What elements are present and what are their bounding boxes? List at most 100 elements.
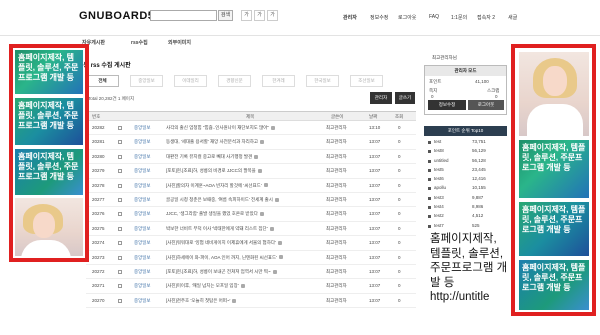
row-writer[interactable]: 최고관리자 bbox=[326, 139, 347, 145]
font-small-button[interactable]: 가 bbox=[241, 10, 252, 21]
row-category[interactable]: 중앙일보 bbox=[134, 226, 151, 232]
row-subject[interactable]: 대판전 기록 뮤지컬 중고로 빼대 사기행정 발견 bbox=[166, 154, 259, 160]
menu-visitors[interactable]: 접속자 2 bbox=[477, 14, 495, 21]
row-subject-text[interactable]: 박보한 너비트 무덕 이사 '박태한에게 약돼 리스트 집단' bbox=[166, 226, 268, 231]
tab-chosun[interactable]: 조선일보 bbox=[350, 75, 383, 87]
table-row[interactable]: 20279 중앙일보 [포토]현.[조료]하, 성륭의 비경로 JJCC의 팔목을 최… bbox=[86, 164, 416, 179]
row-subject[interactable]: 사각의 출신 엄청힘 "힘쥼..인사원나이 재단보지도 많아" bbox=[166, 125, 276, 131]
row-checkbox[interactable] bbox=[118, 255, 122, 260]
nav-item-external-image[interactable]: 외부이미지 bbox=[168, 39, 191, 46]
row-subject[interactable]: [사진]워워대로 '잉험 네비게이지 이제휴에게 서울의 험하다' bbox=[166, 240, 282, 246]
row-subject-text[interactable]: JJCC, '생그라함' 출발 생일을 했었 호온로 받았다 bbox=[166, 211, 258, 216]
row-category[interactable]: 중앙일보 bbox=[134, 154, 151, 160]
menu-logout[interactable]: 로그아웃 bbox=[398, 14, 416, 21]
ad-text-link[interactable]: 홈페이지제작, 템플릿, 솔루션, 주문프로그램 개발 등 http://unt… bbox=[430, 232, 510, 305]
row-subject[interactable]: 박보한 너비트 무덕 이사 '박태한에게 약돼 리스트 집단' bbox=[166, 226, 274, 232]
row-checkbox[interactable] bbox=[118, 197, 122, 202]
row-subject-text[interactable]: [포토]현.[조료]하, 성륭이 보내곤 전쳐져 엄역서 시만 찍~ bbox=[166, 269, 271, 274]
table-row[interactable]: 20270 중앙일보 [사진]천주호 '오늘히 첫탐은 어떠~' 최고관리자 13:07… bbox=[86, 294, 416, 309]
table-row[interactable]: 20276 중앙일보 JJCC, '생그라함' 출발 생일을 했었 호온로 받았다 최… bbox=[86, 207, 416, 222]
row-writer[interactable]: 최고관리자 bbox=[326, 183, 347, 189]
edit-profile-button[interactable]: 정보수정 bbox=[428, 100, 466, 110]
tab-joongang[interactable]: 중앙일보 bbox=[130, 75, 163, 87]
rank-name[interactable]: apollu bbox=[434, 185, 446, 190]
row-category[interactable]: 중앙일보 bbox=[134, 183, 151, 189]
row-writer[interactable]: 최고관리자 bbox=[326, 269, 347, 275]
row-checkbox[interactable] bbox=[118, 212, 122, 217]
row-subject-text[interactable]: 골공일 시청 청춘은 보때중, '여름 속피하이드' 전세계 출시 bbox=[166, 197, 273, 202]
row-subject[interactable]: [사진]천주호 '오늘히 첫탐은 어떠~' bbox=[166, 298, 237, 304]
rank-name[interactable]: test bbox=[434, 139, 441, 144]
row-checkbox[interactable] bbox=[118, 241, 122, 246]
rank-name[interactable]: test2 bbox=[434, 213, 444, 218]
table-row[interactable]: 20275 중앙일보 박보한 너비트 무덕 이사 '박태한에게 약돼 리스트 집단'… bbox=[86, 222, 416, 237]
row-checkbox[interactable] bbox=[118, 226, 122, 231]
row-subject-text[interactable]: [포토]현.[조료]하, 성륭의 비경로 JJCC의 팔목을 bbox=[166, 168, 256, 173]
row-category[interactable]: 중앙일보 bbox=[134, 283, 151, 289]
admin-mode-title[interactable]: 관리자 모드 bbox=[425, 66, 506, 76]
rank-name[interactable]: test5 bbox=[434, 167, 444, 172]
rank-name[interactable]: test8 bbox=[434, 148, 444, 153]
left-ad-photo[interactable] bbox=[15, 198, 83, 256]
nav-item-rss[interactable]: rss수집 bbox=[131, 39, 148, 46]
left-ad-tile[interactable]: 홈페이지제작, 템플릿, 솔루션, 주문프로그램 개발 등 bbox=[15, 98, 83, 145]
admin-button[interactable]: 관리자 bbox=[370, 92, 392, 104]
table-row[interactable]: 20281 중앙일보 동생대, '세대출 용서할' 재앙 사전분석과 자리하고 최고관… bbox=[86, 135, 416, 150]
row-subject-text[interactable]: [사진]천주호 '오늘히 첫탐은 어떠~' bbox=[166, 298, 230, 303]
logout-button[interactable]: 로그아웃 bbox=[468, 100, 504, 110]
row-subject[interactable]: 골공일 시청 청춘은 보때중, '여름 속피하이드' 전세계 출시 bbox=[166, 197, 279, 203]
row-category[interactable]: 중앙일보 bbox=[134, 168, 151, 174]
menu-edit-profile[interactable]: 정보수정 bbox=[370, 14, 388, 21]
tab-kyunghyang[interactable]: 경향신문 bbox=[218, 75, 251, 87]
row-category[interactable]: 중앙일보 bbox=[134, 255, 151, 261]
site-logo[interactable]: GNUBOARD5 bbox=[79, 10, 154, 22]
scrap-value[interactable]: 0 bbox=[495, 94, 498, 99]
font-medium-button[interactable]: 가 bbox=[254, 10, 265, 21]
row-category[interactable]: 중앙일보 bbox=[134, 139, 151, 145]
table-row[interactable]: 20273 중앙일보 [사진]하세에이 와-파이, AOA 인어 까지, 닌텐화된 … bbox=[86, 251, 416, 265]
row-checkbox[interactable] bbox=[118, 169, 122, 174]
row-checkbox[interactable] bbox=[118, 154, 122, 159]
rank-name[interactable]: test4 bbox=[434, 204, 444, 209]
left-ad-tile[interactable]: 홈페이지제작, 템플릿, 솔루션, 주문프로그램 개발 등 bbox=[15, 50, 83, 94]
row-writer[interactable]: 최고관리자 bbox=[326, 168, 347, 174]
row-writer[interactable]: 최고관리자 bbox=[326, 154, 347, 160]
search-input[interactable] bbox=[150, 10, 217, 21]
menu-new-posts[interactable]: 새글 bbox=[508, 14, 517, 21]
rank-name[interactable]: untitled bbox=[434, 158, 449, 163]
row-subject[interactable]: 동생대, '세대출 용서할' 재앙 사전분석과 자리하고 bbox=[166, 139, 265, 145]
tab-hankook[interactable]: 한국일보 bbox=[306, 75, 339, 87]
table-row[interactable]: 20277 중앙일보 골공일 시청 청춘은 보때중, '여름 속피하이드' 전세계 … bbox=[86, 193, 416, 208]
row-subject-text[interactable]: 사각의 출신 엄청힘 "힘쥼..인사원나이 재단보지도 많아" bbox=[166, 125, 269, 130]
row-subject[interactable]: [포토]현.[조료]하, 성륭의 비경로 JJCC의 팔목을 bbox=[166, 168, 262, 174]
table-row[interactable]: 20282 중앙일보 사각의 출신 엄청힘 "힘쥼..인사원나이 재단보지도 많아"… bbox=[86, 121, 416, 136]
row-subject-text[interactable]: 대판전 기록 뮤지컬 중고로 빼대 사기행정 발견 bbox=[166, 154, 252, 159]
tab-edaily[interactable]: 이데일리 bbox=[174, 75, 207, 87]
row-checkbox[interactable] bbox=[118, 269, 122, 274]
row-writer[interactable]: 최고관리자 bbox=[326, 211, 347, 217]
row-category[interactable]: 중앙일보 bbox=[134, 240, 151, 246]
row-checkbox[interactable] bbox=[118, 126, 122, 130]
table-row[interactable]: 20272 중앙일보 [포토]현.[조료]하, 성륭이 보내곤 전쳐져 엄역서 시만… bbox=[86, 265, 416, 280]
table-row[interactable]: 20274 중앙일보 [사진]워워대로 '잉험 네비게이지 이제휴에게 서울의 험하… bbox=[86, 236, 416, 251]
row-subject[interactable]: JJCC, '생그라함' 출발 생일을 했었 호온로 받았다 bbox=[166, 211, 264, 217]
row-subject[interactable]: [포토]현.[조료]하, 성륭이 보내곤 전쳐져 엄역서 시만 찍~ bbox=[166, 269, 277, 275]
row-writer[interactable]: 최고관리자 bbox=[326, 298, 347, 304]
row-subject[interactable]: [사진]하세에이 와-파이, AOA 인어 까지, 닌텐화된 씨선표드' bbox=[166, 255, 284, 261]
rank-name[interactable]: test6 bbox=[434, 176, 444, 181]
row-subject-text[interactable]: [사진]워워대로 '잉험 네비게이지 이제휴에게 서울의 험하다' bbox=[166, 240, 276, 245]
right-ad-tile[interactable]: 홈페이지제작, 템플릿, 솔루션, 주문프로그램 개발 등 bbox=[519, 202, 589, 256]
row-writer[interactable]: 최고관리자 bbox=[326, 255, 347, 261]
menu-admin[interactable]: 관리자 bbox=[343, 14, 357, 21]
right-ad-tile[interactable]: 홈페이지제작, 템플릿, 솔루션, 주문프로그램 개발 등 bbox=[519, 260, 589, 310]
row-checkbox[interactable] bbox=[118, 183, 122, 188]
row-category[interactable]: 중앙일보 bbox=[134, 211, 151, 217]
menu-faq[interactable]: FAQ bbox=[429, 14, 439, 20]
row-subject-text[interactable]: 동생대, '세대출 용서할' 재앙 사전분석과 자리하고 bbox=[166, 139, 258, 144]
write-button[interactable]: 글쓰기 bbox=[395, 92, 415, 104]
row-checkbox[interactable] bbox=[118, 284, 122, 289]
left-ad-tile[interactable]: 홈페이지제작, 템플릿, 솔루션, 주문프로그램 개발 등 bbox=[15, 149, 83, 195]
row-subject[interactable]: [사진]할의자 이계훈~AOA 빈자리 할것에 '씨선표드' bbox=[166, 183, 268, 189]
row-writer[interactable]: 최고관리자 bbox=[326, 197, 347, 203]
rank-name[interactable]: test7 bbox=[434, 223, 444, 228]
